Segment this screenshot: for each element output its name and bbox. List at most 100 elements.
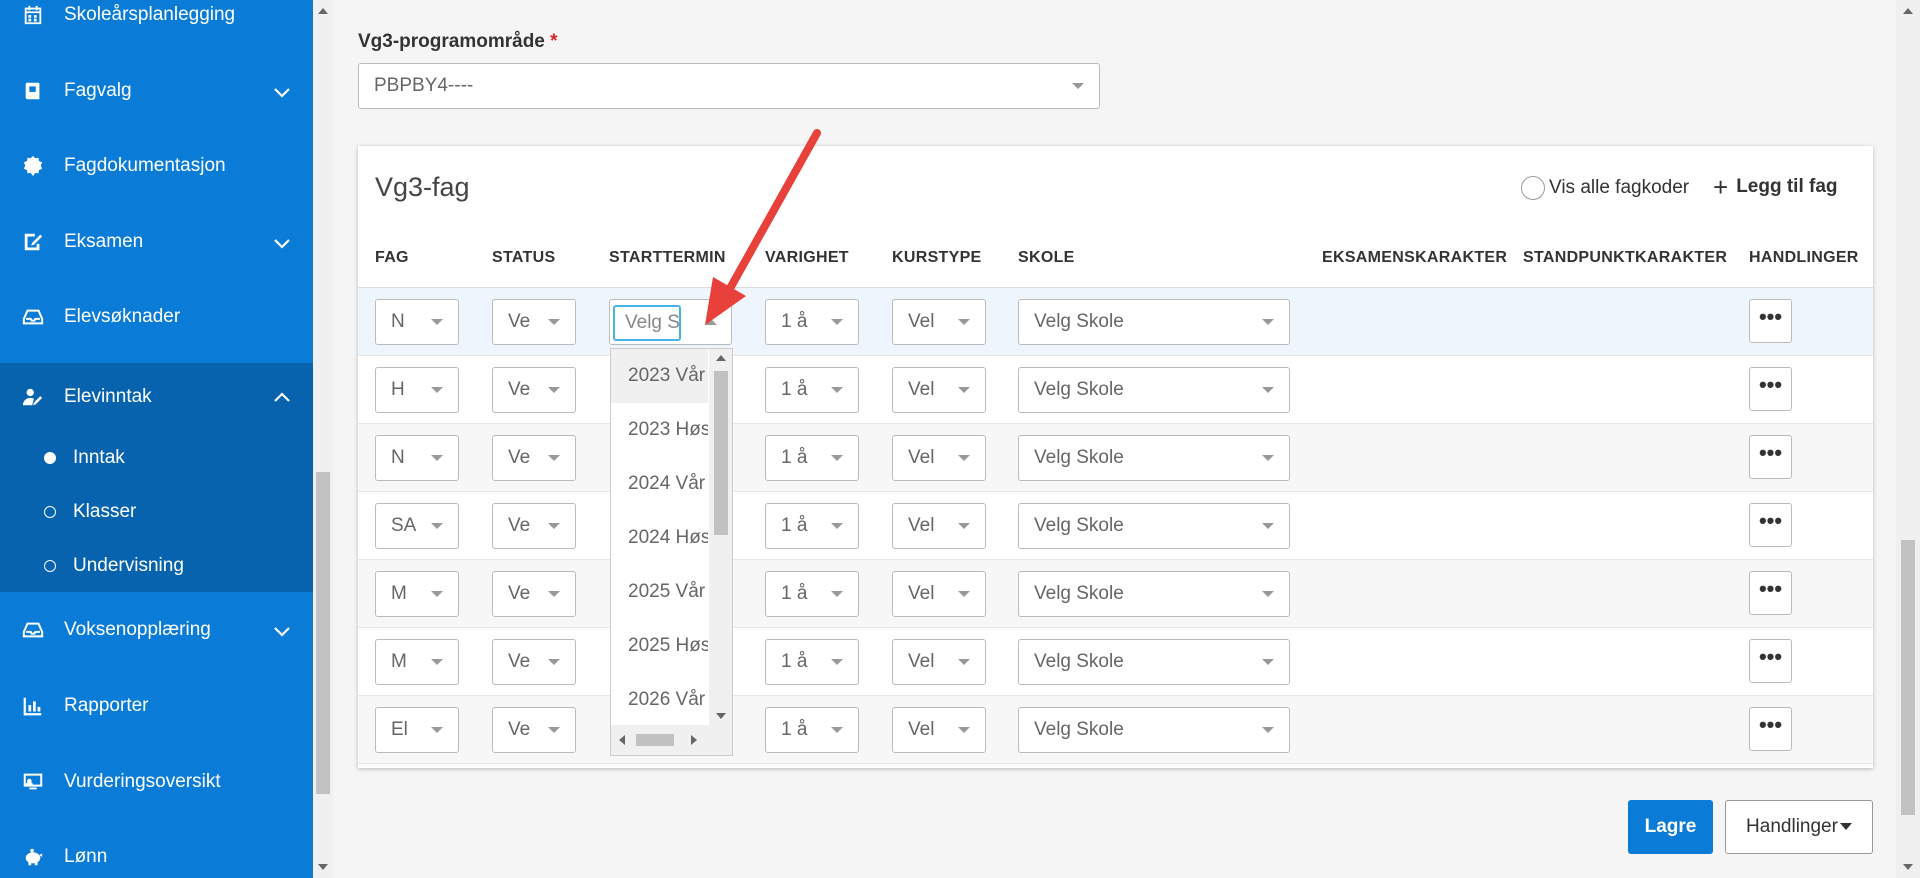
- varighet-select[interactable]: 1 å: [765, 299, 859, 345]
- scroll-left-arrow-icon[interactable]: [619, 735, 625, 745]
- fag-select[interactable]: M: [375, 639, 459, 685]
- sidebar-item-lonn[interactable]: Lønn: [0, 827, 313, 878]
- row-actions-button[interactable]: •••: [1749, 299, 1792, 343]
- add-subject-button[interactable]: + Legg til fag: [1713, 174, 1838, 200]
- show-all-checkbox[interactable]: [1521, 176, 1545, 200]
- scroll-right-arrow-icon[interactable]: [691, 735, 697, 745]
- status-value: Ve: [508, 447, 531, 468]
- dropdown-option[interactable]: 2023 Vår: [611, 349, 708, 403]
- skole-value: Velg Skole: [1034, 583, 1124, 604]
- skole-select[interactable]: Velg Skole: [1018, 367, 1290, 413]
- kurstype-select[interactable]: Vel: [892, 639, 986, 685]
- caret-down-icon: [831, 319, 843, 325]
- fag-select[interactable]: M: [375, 571, 459, 617]
- scroll-up-arrow-icon[interactable]: [318, 8, 328, 14]
- scroll-up-arrow-icon[interactable]: [1903, 8, 1913, 14]
- fag-select[interactable]: N: [375, 435, 459, 481]
- skole-select[interactable]: Velg Skole: [1018, 639, 1290, 685]
- monitor-icon: [22, 771, 44, 793]
- status-select[interactable]: Ve: [492, 571, 576, 617]
- sidebar-item-vurderingsoversikt[interactable]: Vurderingsoversikt: [0, 752, 313, 812]
- fag-select[interactable]: El: [375, 707, 459, 753]
- fag-select[interactable]: H: [375, 367, 459, 413]
- sidebar-scroll-thumb[interactable]: [316, 472, 330, 794]
- status-select[interactable]: Ve: [492, 299, 576, 345]
- elevinntak-submenu: Inntak Klasser Undervisning: [0, 430, 313, 592]
- dropdown-vertical-scrollbar[interactable]: [709, 349, 732, 725]
- kurstype-select[interactable]: Vel: [892, 299, 986, 345]
- sidebar-item-elevinntak[interactable]: Elevinntak: [0, 363, 313, 430]
- fag-select[interactable]: SA: [375, 503, 459, 549]
- scroll-up-arrow-icon[interactable]: [716, 355, 726, 361]
- dropdown-option[interactable]: 2025 Vår: [611, 565, 708, 619]
- status-select[interactable]: Ve: [492, 367, 576, 413]
- kurstype-select[interactable]: Vel: [892, 435, 986, 481]
- actions-dropdown-button[interactable]: Handlinger: [1725, 800, 1873, 854]
- status-select[interactable]: Ve: [492, 435, 576, 481]
- skole-select[interactable]: Velg Skole: [1018, 503, 1290, 549]
- sidebar-item-fagdokumentasjon[interactable]: Fagdokumentasjon: [0, 136, 313, 196]
- sidebar-subitem-undervisning[interactable]: Undervisning: [0, 539, 313, 593]
- status-select[interactable]: Ve: [492, 707, 576, 753]
- sidebar-item-elevsoknader[interactable]: Elevsøknader: [0, 287, 313, 347]
- caret-down-icon: [1839, 823, 1852, 831]
- kurstype-select[interactable]: Vel: [892, 503, 986, 549]
- dropdown-horizontal-scrollbar[interactable]: [611, 725, 732, 755]
- main-scroll-thumb[interactable]: [1901, 540, 1915, 815]
- sidebar-item-label: Rapporter: [64, 695, 149, 716]
- dropdown-option[interactable]: 2025 Høst: [611, 619, 708, 673]
- skole-select[interactable]: Velg Skole: [1018, 707, 1290, 753]
- scroll-down-arrow-icon[interactable]: [1903, 864, 1913, 870]
- sidebar-item-rapporter[interactable]: Rapporter: [0, 676, 313, 736]
- fag-select[interactable]: N: [375, 299, 459, 345]
- starttermin-search-input[interactable]: Velg S: [613, 305, 681, 341]
- row-actions-button[interactable]: •••: [1749, 367, 1792, 411]
- varighet-select[interactable]: 1 å: [765, 435, 859, 481]
- calendar-icon: [22, 4, 44, 26]
- kurstype-select[interactable]: Vel: [892, 367, 986, 413]
- status-select[interactable]: Ve: [492, 503, 576, 549]
- row-actions-button[interactable]: •••: [1749, 503, 1792, 547]
- card-title: Vg3-fag: [375, 172, 470, 202]
- dropdown-option[interactable]: 2024 Høst: [611, 511, 708, 565]
- varighet-select[interactable]: 1 å: [765, 571, 859, 617]
- sidebar-item-fagvalg[interactable]: Fagvalg: [0, 61, 313, 121]
- status-select[interactable]: Ve: [492, 639, 576, 685]
- program-area-select[interactable]: PBPBY4----: [358, 63, 1100, 109]
- row-actions-button[interactable]: •••: [1749, 435, 1792, 479]
- varighet-select[interactable]: 1 å: [765, 503, 859, 549]
- scroll-down-arrow-icon[interactable]: [716, 713, 726, 719]
- skole-select[interactable]: Velg Skole: [1018, 299, 1290, 345]
- dropdown-option[interactable]: 2024 Vår: [611, 457, 708, 511]
- row-actions-button[interactable]: •••: [1749, 571, 1792, 615]
- varighet-select[interactable]: 1 å: [765, 639, 859, 685]
- dropdown-option[interactable]: 2023 Høst: [611, 403, 708, 457]
- varighet-select[interactable]: 1 å: [765, 367, 859, 413]
- dropdown-scroll-thumb[interactable]: [714, 371, 728, 535]
- sidebar-subitem-label: Inntak: [73, 447, 125, 468]
- varighet-select[interactable]: 1 å: [765, 707, 859, 753]
- kurstype-select[interactable]: Vel: [892, 571, 986, 617]
- table-row: M Ve 1 å Vel Velg Skole •••: [358, 628, 1873, 696]
- save-button[interactable]: Lagre: [1628, 800, 1713, 854]
- starttermin-dropdown-list: 2023 Vår 2023 Høst 2024 Vår 2024 Høst 20…: [610, 348, 733, 756]
- sidebar-item-voksenopplaring[interactable]: Voksenopplæring: [0, 600, 313, 660]
- row-actions-button[interactable]: •••: [1749, 639, 1792, 683]
- show-all-codes-toggle[interactable]: Vis alle fagkoder: [1521, 176, 1689, 200]
- dropdown-option[interactable]: 2026 Vår: [611, 673, 708, 727]
- row-actions-button[interactable]: •••: [1749, 707, 1792, 751]
- skole-select[interactable]: Velg Skole: [1018, 571, 1290, 617]
- main-scrollbar[interactable]: [1896, 0, 1920, 878]
- column-header-eksamenskarakter: EKSAMENSKARAKTER: [1322, 249, 1508, 266]
- dropdown-hscroll-thumb[interactable]: [636, 734, 674, 746]
- sidebar-subitem-klasser[interactable]: Klasser: [0, 485, 313, 539]
- kurstype-select[interactable]: Vel: [892, 707, 986, 753]
- chevron-down-icon: [273, 236, 291, 249]
- sidebar-scrollbar[interactable]: [313, 0, 333, 878]
- sidebar-item-skolearsplanlegging[interactable]: Skoleårsplanlegging: [0, 0, 313, 45]
- caret-down-icon: [1262, 591, 1274, 597]
- sidebar-subitem-inntak[interactable]: Inntak: [0, 431, 313, 485]
- sidebar-item-eksamen[interactable]: Eksamen: [0, 212, 313, 272]
- scroll-down-arrow-icon[interactable]: [318, 864, 328, 870]
- skole-select[interactable]: Velg Skole: [1018, 435, 1290, 481]
